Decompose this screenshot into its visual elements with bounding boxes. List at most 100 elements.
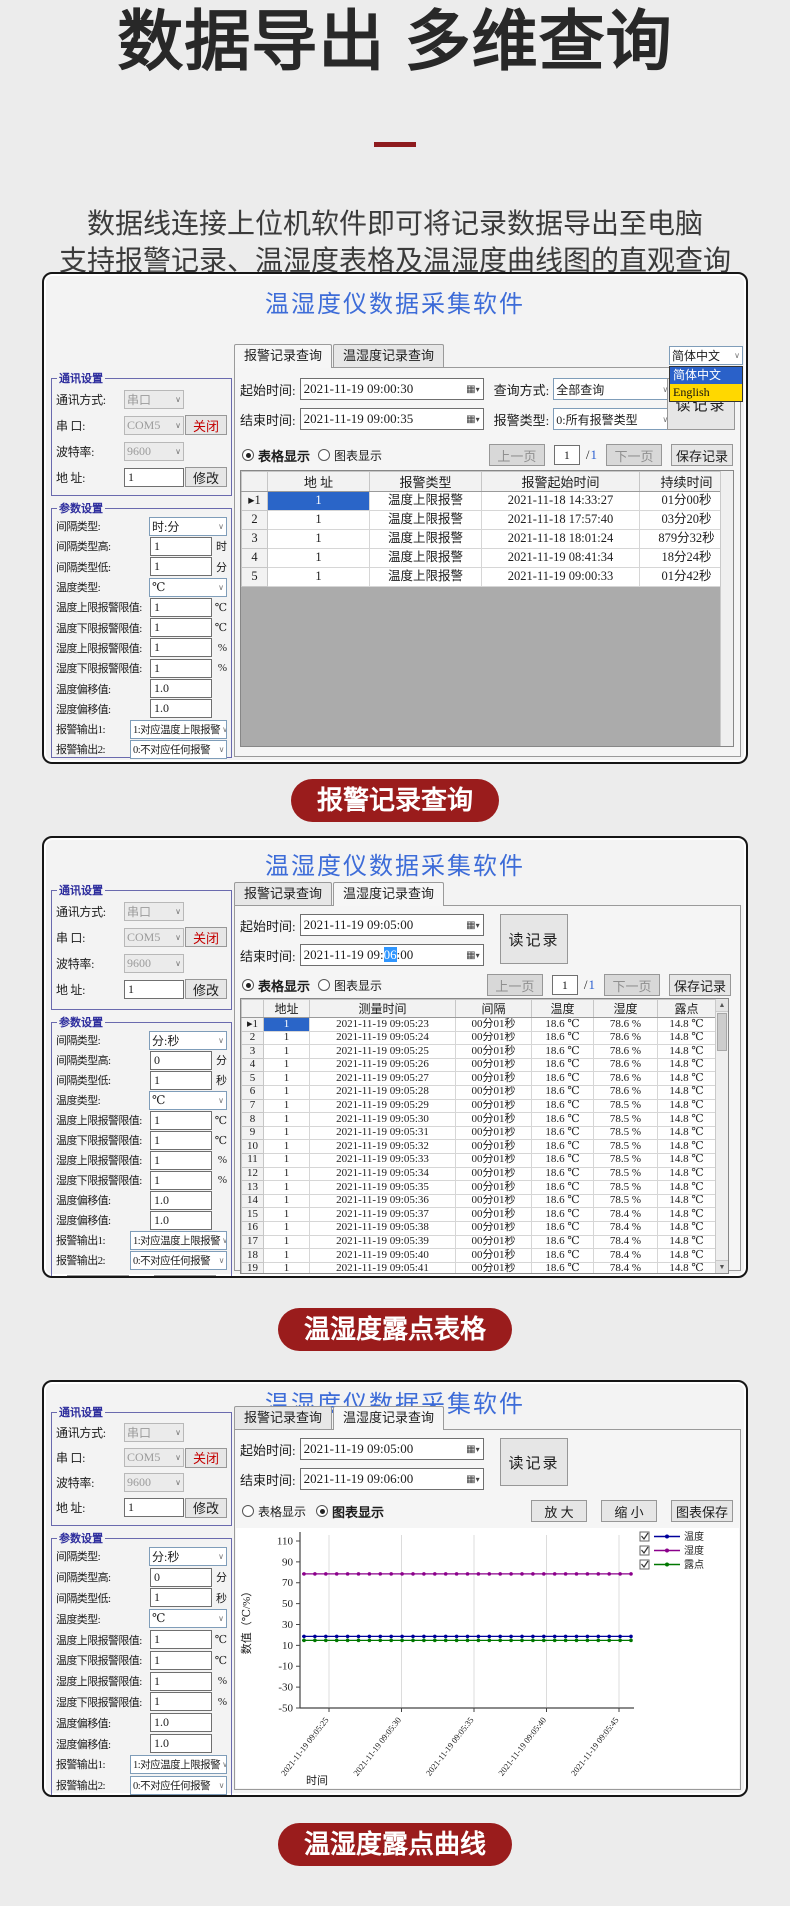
text-input[interactable]: 1 [124, 980, 184, 999]
dropdown-select[interactable]: 串口∨ [124, 902, 184, 921]
table-row[interactable]: 1412021-11-19 09:05:3600分01秒18.6 ℃78.5 %… [242, 1194, 716, 1208]
text-input[interactable]: 1 [124, 468, 184, 487]
table-row[interactable]: 612021-11-19 09:05:2800分01秒18.6 ℃78.6 %1… [242, 1085, 716, 1099]
text-input[interactable]: 1 [150, 598, 212, 617]
dropdown-select[interactable]: ℃∨ [149, 1609, 227, 1628]
table-row[interactable]: 41温度上限报警2021-11-19 08:41:3418分24秒 [242, 549, 734, 568]
tab-record-query[interactable]: 温湿度记录查询 [333, 344, 444, 367]
next-page-button[interactable]: 下一页 [604, 974, 660, 996]
table-row[interactable]: 812021-11-19 09:05:3000分01秒18.6 ℃78.5 %1… [242, 1113, 716, 1127]
dropdown-select[interactable]: 分:秒∨ [149, 1547, 227, 1566]
text-input[interactable]: 1 [150, 618, 212, 637]
page-number-input[interactable]: 1 [552, 975, 578, 995]
save-chart-button[interactable]: 图表保存 [671, 1500, 733, 1522]
tab-alarm-query[interactable]: 报警记录查询 [234, 1406, 332, 1429]
close-port-button[interactable]: 关闭 [185, 1448, 227, 1468]
start-time-input[interactable]: 2021-11-19 09:00:30 ▦▾ [300, 378, 484, 400]
text-input[interactable]: 1 [150, 537, 212, 556]
text-input[interactable]: 1 [150, 1111, 212, 1130]
text-input[interactable]: 0 [150, 1051, 212, 1070]
dropdown-select[interactable]: ℃∨ [149, 1091, 227, 1110]
dropdown-select[interactable]: COM5∨ [124, 416, 184, 435]
dropdown-select[interactable]: COM5∨ [124, 1448, 184, 1467]
text-input[interactable]: 1 [150, 1630, 212, 1649]
end-time-input[interactable]: 2021-11-19 09:06:00 ▦▾ [300, 944, 484, 966]
tab-record-query[interactable]: 温湿度记录查询 [333, 882, 444, 906]
dropdown-select[interactable]: 分:秒∨ [149, 1031, 227, 1050]
modify-params-button[interactable]: 修改 [154, 1275, 216, 1278]
tab-record-query[interactable]: 温湿度记录查询 [333, 1406, 444, 1430]
table-row[interactable]: 712021-11-19 09:05:2900分01秒18.6 ℃78.5 %1… [242, 1099, 716, 1113]
text-input[interactable]: 1.0 [150, 679, 212, 698]
text-input[interactable]: 1.0 [150, 1734, 212, 1753]
text-input[interactable]: 1.0 [150, 1713, 212, 1732]
prev-page-button[interactable]: 上一页 [489, 444, 545, 466]
text-input[interactable]: 1.0 [150, 1211, 212, 1230]
read-records-button[interactable]: 读记录 [500, 1438, 568, 1486]
date-picker-icon[interactable]: ▦▾ [466, 384, 479, 395]
table-scrollbar[interactable]: ▲ ▼ [715, 999, 728, 1273]
page-number-input[interactable]: 1 [554, 445, 580, 465]
language-option-chinese[interactable]: 简体中文 [670, 367, 742, 384]
radio-table-view[interactable] [242, 979, 254, 991]
language-option-english[interactable]: English [670, 384, 742, 401]
alarm-type-select[interactable]: 0:所有报警类型 ∨ [553, 408, 671, 430]
tab-alarm-query[interactable]: 报警记录查询 [234, 882, 332, 905]
text-input[interactable]: 1 [150, 1131, 212, 1150]
text-input[interactable]: 1 [124, 1498, 184, 1517]
table-row[interactable]: 912021-11-19 09:05:3100分01秒18.6 ℃78.5 %1… [242, 1126, 716, 1140]
scroll-up-icon[interactable]: ▲ [716, 999, 728, 1012]
text-input[interactable]: 1 [150, 1151, 212, 1170]
table-row[interactable]: 1312021-11-19 09:05:3500分01秒18.6 ℃78.5 %… [242, 1181, 716, 1195]
dropdown-select[interactable]: 0:不对应任何报警∨ [130, 1776, 227, 1795]
dropdown-select[interactable]: ℃∨ [149, 578, 227, 597]
date-picker-icon[interactable]: ▦▾ [466, 950, 479, 961]
text-input[interactable]: 1 [150, 1651, 212, 1670]
table-row[interactable]: ▸112021-11-19 09:05:2300分01秒18.6 ℃78.6 %… [242, 1018, 716, 1032]
table-row[interactable]: 31温度上限报警2021-11-18 18:01:24879分32秒 [242, 530, 734, 549]
radio-table-view[interactable] [242, 449, 254, 461]
table-row[interactable]: 1112021-11-19 09:05:3300分01秒18.6 ℃78.5 %… [242, 1153, 716, 1167]
text-input[interactable]: 1 [150, 1672, 212, 1691]
dropdown-select[interactable]: 时:分∨ [149, 517, 227, 536]
tab-alarm-query[interactable]: 报警记录查询 [234, 344, 332, 368]
text-input[interactable]: 0 [150, 1568, 212, 1587]
dropdown-select[interactable]: COM5∨ [124, 928, 184, 947]
modify-address-button[interactable]: 修改 [185, 979, 227, 999]
modify-address-button[interactable]: 修改 [185, 1498, 227, 1518]
dropdown-select[interactable]: 9600∨ [124, 442, 184, 461]
date-picker-icon[interactable]: ▦▾ [466, 920, 479, 931]
end-time-input[interactable]: 2021-11-19 09:06:00 ▦▾ [300, 1468, 484, 1490]
dropdown-select[interactable]: 1:对应温度上限报警∨ [130, 1231, 227, 1250]
dropdown-select[interactable]: 串口∨ [124, 1423, 184, 1442]
text-input[interactable]: 1 [150, 1071, 212, 1090]
date-picker-icon[interactable]: ▦▾ [466, 414, 479, 425]
next-page-button[interactable]: 下一页 [606, 444, 662, 466]
table-row[interactable]: 1612021-11-19 09:05:3800分01秒18.6 ℃78.4 %… [242, 1221, 716, 1235]
table-row[interactable]: 1212021-11-19 09:05:3400分01秒18.6 ℃78.5 %… [242, 1167, 716, 1181]
chart-legend[interactable]: 温度湿度露点 [640, 1530, 704, 1571]
table-row[interactable]: ▸11温度上限报警2021-11-18 14:33:2701分00秒 [242, 492, 734, 511]
table-row[interactable]: 1812021-11-19 09:05:4000分01秒18.6 ℃78.4 %… [242, 1249, 716, 1263]
table-row[interactable]: 212021-11-19 09:05:2400分01秒18.6 ℃78.6 %1… [242, 1031, 716, 1045]
close-port-button[interactable]: 关闭 [185, 415, 227, 435]
date-picker-icon[interactable]: ▦▾ [466, 1444, 479, 1455]
table-row[interactable]: 51温度上限报警2021-11-19 09:00:3301分42秒 [242, 568, 734, 587]
table-row[interactable]: 512021-11-19 09:05:2700分01秒18.6 ℃78.6 %1… [242, 1072, 716, 1086]
start-time-input[interactable]: 2021-11-19 09:05:00 ▦▾ [300, 914, 484, 936]
text-input[interactable]: 1 [150, 1692, 212, 1711]
scrollbar-thumb[interactable] [717, 1013, 727, 1051]
text-input[interactable]: 1.0 [150, 1191, 212, 1210]
dropdown-select[interactable]: 0:不对应任何报警∨ [130, 1251, 227, 1270]
table-row[interactable]: 1912021-11-19 09:05:4100分01秒18.6 ℃78.4 %… [242, 1262, 716, 1274]
table-row[interactable]: 1512021-11-19 09:05:3700分01秒18.6 ℃78.4 %… [242, 1208, 716, 1222]
scroll-down-icon[interactable]: ▼ [716, 1260, 728, 1273]
language-select[interactable]: 简体中文 ∨ [669, 346, 743, 365]
dropdown-select[interactable]: 9600∨ [124, 954, 184, 973]
table-row[interactable]: 1712021-11-19 09:05:3900分01秒18.6 ℃78.4 %… [242, 1235, 716, 1249]
read-params-button[interactable]: 读取 [67, 1275, 129, 1278]
query-mode-select[interactable]: 全部查询 ∨ [553, 378, 671, 400]
dropdown-select[interactable]: 1:对应温度上限报警∨ [130, 720, 227, 739]
radio-chart-view[interactable] [318, 449, 330, 461]
save-records-button[interactable]: 保存记录 [671, 444, 733, 466]
